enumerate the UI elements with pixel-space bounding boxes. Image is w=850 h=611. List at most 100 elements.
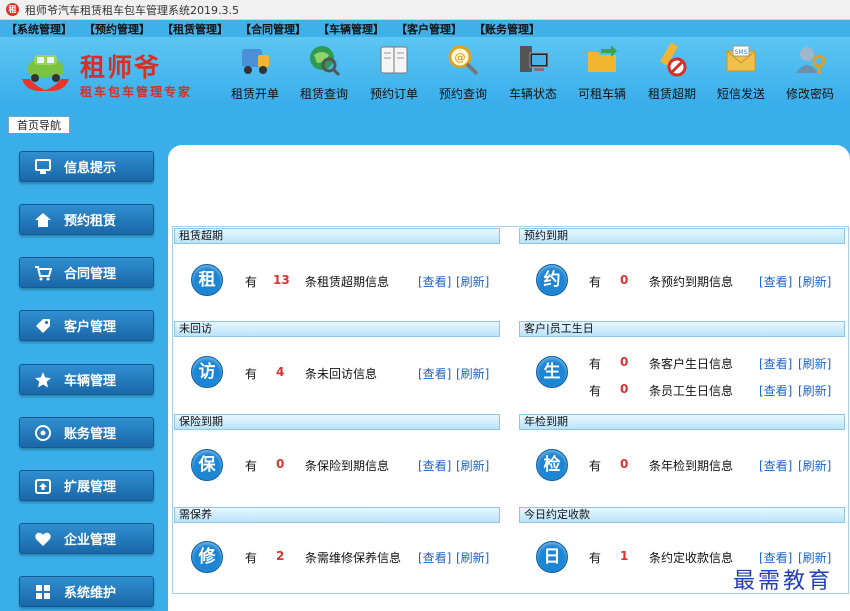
insurance-due-count: 0 bbox=[276, 457, 285, 471]
lease-overdue-text: 条租赁超期信息 bbox=[305, 275, 390, 289]
sidebar-item-enterprise[interactable]: 企业管理 bbox=[19, 523, 154, 554]
heart-icon bbox=[35, 532, 51, 546]
booking-due-refresh-link[interactable]: [刷新] bbox=[798, 273, 831, 290]
customer-birthday-count: 0 bbox=[620, 355, 629, 369]
sidebar-item-contract[interactable]: 合同管理 bbox=[19, 257, 154, 288]
sidebar-item-customer[interactable]: 客户管理 bbox=[19, 310, 154, 341]
has-label: 有 bbox=[589, 357, 602, 371]
tag-icon bbox=[36, 318, 50, 333]
lease-badge-icon: 租 bbox=[191, 264, 223, 296]
monitor-icon bbox=[520, 46, 549, 72]
menu-customer[interactable]: 【客户管理】 bbox=[396, 21, 462, 37]
not-visited-refresh-link[interactable]: [刷新] bbox=[456, 365, 489, 382]
tab-strip: 首页导航 bbox=[0, 108, 850, 134]
book-icon bbox=[380, 46, 408, 74]
inspection-due-refresh-link[interactable]: [刷新] bbox=[798, 457, 831, 474]
maintenance-refresh-link[interactable]: [刷新] bbox=[456, 549, 489, 566]
booking-query-label: 预约查询 bbox=[438, 87, 487, 101]
sidebar-item-label: 合同管理 bbox=[64, 267, 117, 282]
insurance-due-view-link[interactable]: [查看] bbox=[418, 457, 451, 474]
cart-icon bbox=[35, 265, 52, 280]
sidebar-item-booking[interactable]: 预约租赁 bbox=[19, 204, 154, 235]
menu-accounts[interactable]: 【账务管理】 bbox=[474, 21, 540, 37]
sidebar-item-info[interactable]: 信息提示 bbox=[19, 151, 154, 182]
tab-home[interactable]: 首页导航 bbox=[8, 116, 70, 134]
available-vehicles-label: 可租车辆 bbox=[577, 87, 626, 101]
change-password-button[interactable]: 修改密码 bbox=[777, 43, 843, 103]
menu-lease[interactable]: 【租赁管理】 bbox=[162, 21, 228, 37]
section-header-not-visited: 未回访 bbox=[174, 321, 500, 337]
pencil-forbidden-icon bbox=[660, 42, 687, 77]
insurance-badge-icon: 保 bbox=[191, 449, 223, 481]
lease-query-button[interactable]: 租赁查询 bbox=[291, 43, 357, 103]
sidebar-item-label: 扩展管理 bbox=[64, 480, 117, 495]
sidebar-item-label: 预约租赁 bbox=[64, 214, 117, 229]
insurance-due-refresh-link[interactable]: [刷新] bbox=[456, 457, 489, 474]
upload-box-icon bbox=[35, 478, 51, 494]
lease-overdue-count: 13 bbox=[273, 273, 290, 287]
truck-icon bbox=[242, 49, 269, 74]
sidebar-item-label: 企业管理 bbox=[64, 533, 117, 548]
employee-birthday-text: 条员工生日信息 bbox=[649, 384, 734, 398]
has-label: 有 bbox=[245, 367, 258, 381]
booking-order-button[interactable]: 预约订单 bbox=[361, 43, 427, 103]
has-label: 有 bbox=[245, 275, 258, 289]
maintenance-count: 2 bbox=[276, 549, 285, 563]
maintenance-badge-icon: 修 bbox=[191, 541, 223, 573]
inspection-badge-icon: 检 bbox=[536, 449, 568, 481]
birthday-badge-icon: 生 bbox=[536, 356, 568, 388]
sms-send-button[interactable]: SMS 短信发送 bbox=[708, 43, 774, 103]
employee-birthday-refresh-link[interactable]: [刷新] bbox=[798, 382, 831, 399]
sidebar-item-maintenance[interactable]: 系统维护 bbox=[19, 576, 154, 607]
vehicle-status-button[interactable]: 车辆状态 bbox=[500, 43, 566, 103]
window-title: 租师爷汽车租赁租车包车管理系统2019.3.5 bbox=[25, 3, 239, 17]
sidebar-item-extensions[interactable]: 扩展管理 bbox=[19, 470, 154, 501]
employee-birthday-view-link[interactable]: [查看] bbox=[759, 382, 792, 399]
collection-today-text: 条约定收款信息 bbox=[649, 551, 734, 565]
sidebar-item-label: 客户管理 bbox=[64, 320, 117, 335]
has-label: 有 bbox=[589, 384, 602, 398]
svg-text:SMS: SMS bbox=[735, 49, 748, 56]
booking-due-view-link[interactable]: [查看] bbox=[759, 273, 792, 290]
lease-overdue-view-link[interactable]: [查看] bbox=[418, 273, 451, 290]
watermark-text: 最需教育 bbox=[733, 569, 834, 594]
menu-system[interactable]: 【系统管理】 bbox=[6, 21, 72, 37]
inspection-due-view-link[interactable]: [查看] bbox=[759, 457, 792, 474]
home-icon bbox=[35, 212, 51, 227]
sidebar-item-accounts[interactable]: 账务管理 bbox=[19, 417, 154, 448]
has-label: 有 bbox=[245, 459, 258, 473]
globe-search-icon bbox=[310, 46, 341, 77]
section-header-booking-due: 预约到期 bbox=[519, 228, 845, 244]
lease-overdue-button[interactable]: 租赁超期 bbox=[639, 42, 705, 103]
available-vehicles-button[interactable]: 可租车辆 bbox=[569, 43, 635, 103]
brand-car-hands-icon bbox=[22, 55, 69, 91]
lease-order-button[interactable]: 租赁开单 bbox=[222, 43, 288, 103]
menu-contract[interactable]: 【合同管理】 bbox=[240, 21, 306, 37]
customer-birthday-refresh-link[interactable]: [刷新] bbox=[798, 355, 831, 372]
sidebar-item-label: 账务管理 bbox=[64, 427, 117, 442]
menu-vehicle[interactable]: 【车辆管理】 bbox=[318, 21, 384, 37]
sidebar-item-label: 车辆管理 bbox=[64, 374, 117, 389]
collection-today-count: 1 bbox=[620, 549, 629, 563]
maintenance-view-link[interactable]: [查看] bbox=[418, 549, 451, 566]
menu-booking[interactable]: 【预约管理】 bbox=[84, 21, 150, 37]
target-icon bbox=[35, 424, 51, 441]
inspection-due-count: 0 bbox=[620, 457, 629, 471]
sms-envelope-icon: SMS bbox=[726, 45, 756, 72]
app-logo-icon: 租 bbox=[6, 3, 19, 16]
lease-overdue-refresh-link[interactable]: [刷新] bbox=[456, 273, 489, 290]
monitor-icon bbox=[35, 158, 51, 174]
user-key-icon bbox=[796, 47, 826, 74]
insurance-due-text: 条保险到期信息 bbox=[305, 459, 390, 473]
sidebar-item-vehicle[interactable]: 车辆管理 bbox=[19, 364, 154, 395]
not-visited-text: 条未回访信息 bbox=[305, 367, 378, 381]
customer-birthday-view-link[interactable]: [查看] bbox=[759, 355, 792, 372]
section-header-birthday: 客户|员工生日 bbox=[519, 321, 845, 337]
toolbar: 租师爷 租车包车管理专家 租赁开单 租赁查询 预约订单 @ 预约查询 车辆状态 … bbox=[0, 37, 850, 108]
svg-text:@: @ bbox=[455, 51, 466, 64]
inspection-due-text: 条年检到期信息 bbox=[649, 459, 734, 473]
booking-query-button[interactable]: @ 预约查询 bbox=[430, 43, 496, 103]
not-visited-count: 4 bbox=[276, 365, 285, 379]
not-visited-view-link[interactable]: [查看] bbox=[418, 365, 451, 382]
section-header-insurance-due: 保险到期 bbox=[174, 414, 500, 430]
